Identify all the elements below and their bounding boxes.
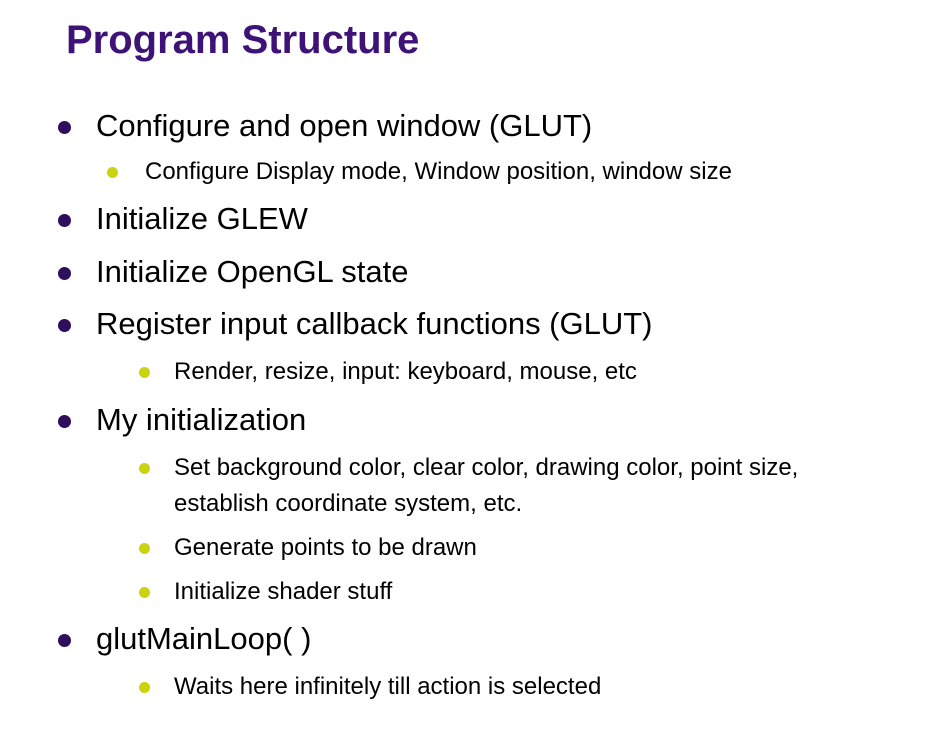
sub-bullet-text: Render, resize, input: keyboard, mouse, … bbox=[174, 358, 637, 385]
sub-bullet-text: Waits here infinitely till action is sel… bbox=[174, 673, 602, 700]
bullet-dot-icon bbox=[58, 319, 71, 332]
sub-bullet-text: Set background color, clear color, drawi… bbox=[174, 454, 799, 481]
slide-title: Program Structure bbox=[66, 18, 420, 62]
sub-bullet-text: Initialize shader stuff bbox=[174, 578, 393, 605]
bullet-dot-icon bbox=[58, 214, 71, 227]
bullet-dot-icon bbox=[58, 121, 71, 134]
sub-bullet-text-continuation: establish coordinate system, etc. bbox=[174, 490, 523, 517]
sub-bullet-dot-icon bbox=[139, 587, 150, 598]
sub-bullet-dot-icon bbox=[139, 367, 150, 378]
bullet-text: Initialize OpenGL state bbox=[96, 254, 409, 289]
bullet-dot-icon bbox=[58, 415, 71, 428]
bullet-text: Initialize GLEW bbox=[96, 201, 308, 236]
sub-bullet-dot-icon bbox=[139, 463, 150, 474]
bullet-text: glutMainLoop( ) bbox=[96, 621, 312, 656]
sub-bullet-dot-icon bbox=[139, 543, 150, 554]
bullet-text: My initialization bbox=[96, 402, 307, 437]
sub-bullet-dot-icon bbox=[139, 682, 150, 693]
sub-bullet-dot-icon bbox=[107, 167, 118, 178]
bullet-text: Register input callback functions (GLUT) bbox=[96, 306, 653, 341]
sub-bullet-text: Generate points to be drawn bbox=[174, 534, 477, 561]
sub-bullet-text: Configure Display mode, Window position,… bbox=[145, 158, 732, 185]
bullet-dot-icon bbox=[58, 634, 71, 647]
bullet-dot-icon bbox=[58, 267, 71, 280]
bullet-text: Configure and open window (GLUT) bbox=[96, 108, 593, 143]
